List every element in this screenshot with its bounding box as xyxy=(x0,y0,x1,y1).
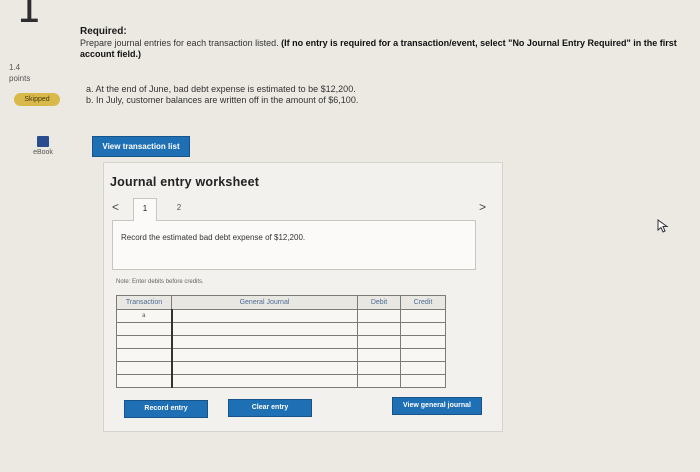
worksheet-title: Journal entry worksheet xyxy=(110,175,260,189)
table-row xyxy=(116,322,446,336)
ebook-label: eBook xyxy=(33,149,53,156)
skipped-badge: Skipped xyxy=(14,93,60,106)
debit-field[interactable] xyxy=(357,322,401,336)
journal-entry-worksheet: Journal entry worksheet < 1 2 > Record t… xyxy=(103,162,503,432)
mouse-cursor-icon xyxy=(657,219,669,233)
account-field[interactable] xyxy=(170,374,358,388)
journal-table: Transaction General Journal Debit Credit… xyxy=(116,295,446,388)
transaction-item-a: a. At the end of June, bad debt expense … xyxy=(86,84,356,94)
debit-field[interactable] xyxy=(357,335,401,349)
transaction-cell xyxy=(116,348,172,362)
entry-description: Record the estimated bad debt expense of… xyxy=(112,220,476,270)
transaction-item-b: b. In July, customer balances are writte… xyxy=(86,95,359,105)
credit-field[interactable] xyxy=(400,361,446,375)
next-arrow-icon[interactable]: > xyxy=(479,200,486,214)
points-label: points xyxy=(9,74,31,83)
points-value: 1.4 xyxy=(9,63,21,72)
credit-field[interactable] xyxy=(400,335,446,349)
credit-field[interactable] xyxy=(400,374,446,388)
column-header-credit: Credit xyxy=(400,295,446,310)
table-row xyxy=(116,335,446,349)
debit-field[interactable] xyxy=(357,309,401,323)
account-field[interactable] xyxy=(170,348,358,362)
credit-field[interactable] xyxy=(400,309,446,323)
instructions: Prepare journal entries for each transac… xyxy=(80,38,680,60)
column-header-general-journal: General Journal xyxy=(171,295,358,310)
record-entry-button[interactable]: Record entry xyxy=(124,400,208,418)
debit-field[interactable] xyxy=(357,348,401,362)
account-field[interactable] xyxy=(170,361,358,375)
view-transaction-list-button[interactable]: View transaction list xyxy=(92,136,190,157)
entry-note: Note: Enter debits before credits. xyxy=(116,279,204,285)
table-row xyxy=(116,374,446,388)
tab-1[interactable]: 1 xyxy=(133,198,157,221)
transaction-cell xyxy=(116,361,172,375)
account-field[interactable] xyxy=(170,335,358,349)
question-number: 1 xyxy=(16,0,42,32)
table-row: a xyxy=(116,309,446,323)
book-icon xyxy=(37,136,49,147)
transaction-cell xyxy=(116,335,172,349)
transaction-cell xyxy=(116,322,172,336)
table-row xyxy=(116,348,446,362)
clear-entry-button[interactable]: Clear entry xyxy=(228,399,312,417)
credit-field[interactable] xyxy=(400,348,446,362)
points-info: 1.4 points xyxy=(9,62,30,84)
transaction-cell xyxy=(116,374,172,388)
ebook-link[interactable]: eBook xyxy=(28,136,58,156)
credit-field[interactable] xyxy=(400,322,446,336)
tab-2[interactable]: 2 xyxy=(168,198,190,219)
required-heading: Required: xyxy=(80,26,127,37)
column-header-debit: Debit xyxy=(357,295,401,310)
instruction-text: Prepare journal entries for each transac… xyxy=(80,38,282,48)
prev-arrow-icon[interactable]: < xyxy=(112,200,119,214)
column-header-transaction: Transaction xyxy=(116,295,172,310)
debit-field[interactable] xyxy=(357,374,401,388)
view-general-journal-button[interactable]: View general journal xyxy=(392,397,482,415)
account-field[interactable] xyxy=(170,309,358,323)
transaction-items: a. At the end of June, bad debt expense … xyxy=(86,84,358,106)
transaction-cell: a xyxy=(116,309,172,323)
account-field[interactable] xyxy=(170,322,358,336)
debit-field[interactable] xyxy=(357,361,401,375)
table-row xyxy=(116,361,446,375)
